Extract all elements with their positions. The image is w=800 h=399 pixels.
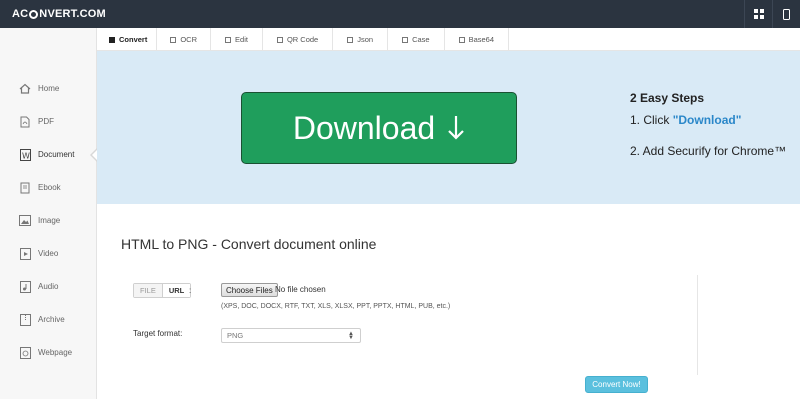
url-toggle-button[interactable]: URL <box>162 284 191 297</box>
sidebar-item-label: Ebook <box>38 183 61 192</box>
choose-files-button[interactable]: Choose Files <box>221 283 278 297</box>
no-file-text: No file chosen <box>275 285 326 294</box>
download-arrow-icon <box>447 113 465 143</box>
tab-label: QR Code <box>286 35 319 44</box>
step-one: 1. Click "Download" <box>630 113 786 127</box>
easy-steps: 2 Easy Steps 1. Click "Download" 2. Add … <box>630 91 786 158</box>
tab-checkbox-icon <box>276 36 283 43</box>
sidebar-item-home[interactable]: Home <box>0 72 97 105</box>
tab-checkbox-icon <box>170 36 177 43</box>
logo-circle-icon <box>29 9 39 19</box>
steps-title: 2 Easy Steps <box>630 91 705 105</box>
sidebar-item-label: Audio <box>38 282 59 291</box>
tab-label: OCR <box>180 35 198 44</box>
download-button[interactable]: Download <box>241 92 517 164</box>
page-title: HTML to PNG - Convert document online <box>121 236 377 252</box>
sidebar-item-pdf[interactable]: PDF <box>0 105 97 138</box>
sidebar-item-label: PDF <box>38 117 54 126</box>
tab-case[interactable]: Case <box>388 28 445 51</box>
home-icon <box>19 83 31 95</box>
site-logo[interactable]: AC NVERT.COM <box>12 8 106 20</box>
sidebar-item-video[interactable]: Video <box>0 237 97 270</box>
tab-ocr[interactable]: OCR <box>157 28 212 51</box>
logo-text-left: AC <box>12 8 29 20</box>
tab-checkbox-icon <box>225 36 232 43</box>
sidebar-item-label: Webpage <box>38 348 73 357</box>
tab-edit[interactable]: Edit <box>211 28 263 51</box>
tab-convert[interactable]: Convert <box>97 28 158 51</box>
sidebar-item-label: Image <box>38 216 61 225</box>
sidebar-item-label: Home <box>38 84 60 93</box>
ad-banner: Download 2 Easy Steps 1. Click "Download… <box>97 51 800 204</box>
top-bar: AC NVERT.COM <box>0 0 800 28</box>
sidebar-item-webpage[interactable]: Webpage <box>0 336 97 369</box>
archive-icon <box>19 313 31 326</box>
webpage-icon <box>19 346 31 359</box>
step-one-text: 1. Click <box>630 113 673 127</box>
sidebar-item-label: Document <box>38 150 75 159</box>
tab-base64[interactable]: Base64 <box>445 28 510 51</box>
sidebar-item-audio[interactable]: Audio <box>0 270 97 303</box>
mobile-button[interactable] <box>772 0 800 28</box>
sidebar-item-image[interactable]: Image <box>0 204 97 237</box>
grid-menu-button[interactable] <box>744 0 772 28</box>
tab-label: Json <box>357 35 374 44</box>
target-format-value: PNG <box>227 331 244 340</box>
tab-checkbox-icon <box>347 36 354 43</box>
convert-now-button[interactable]: Convert Now! <box>585 376 648 393</box>
file-toggle-button[interactable]: FILE <box>134 284 163 297</box>
tab-label: Case <box>412 35 430 44</box>
ebook-icon <box>19 182 31 194</box>
source-colon: : <box>189 286 192 295</box>
sidebar-item-ebook[interactable]: Ebook <box>0 171 97 204</box>
sidebar-item-label: Archive <box>38 315 65 324</box>
tool-tabs: Convert OCR Edit QR Code Json Case Base6… <box>97 28 800 51</box>
target-format-select[interactable]: PNG ▲ ▼ <box>221 328 361 343</box>
grid-icon <box>753 9 764 19</box>
panel-divider <box>697 275 698 375</box>
tab-label: Convert <box>119 35 148 44</box>
tab-checkbox-icon <box>458 36 465 43</box>
source-toggle: FILE URL <box>133 283 192 298</box>
tab-label: Base64 <box>468 35 495 44</box>
sidebar: Home PDF W Document Ebook Image Video Au… <box>0 28 98 399</box>
logo-text-right: NVERT.COM <box>39 8 106 20</box>
tab-qr-code[interactable]: QR Code <box>263 28 334 51</box>
pdf-icon <box>19 116 31 128</box>
image-icon <box>19 215 31 227</box>
tab-checkbox-icon <box>402 36 409 43</box>
select-arrows-icon: ▲ ▼ <box>348 331 354 341</box>
step-one-link: "Download" <box>672 113 742 127</box>
tab-json[interactable]: Json <box>333 28 389 51</box>
download-button-label: Download <box>292 109 436 146</box>
sidebar-item-archive[interactable]: Archive <box>0 303 97 336</box>
target-format-label: Target format: <box>133 329 183 338</box>
tab-label: Edit <box>235 35 248 44</box>
video-icon <box>19 247 31 260</box>
step-two: 2. Add Securify for Chrome™ <box>630 144 787 158</box>
sidebar-item-document[interactable]: W Document <box>0 138 98 171</box>
tab-checkbox-icon <box>109 36 115 43</box>
sidebar-item-label: Video <box>38 249 59 258</box>
document-icon: W <box>19 148 31 161</box>
mobile-icon <box>783 8 790 20</box>
svg-text:W: W <box>22 151 30 160</box>
audio-icon <box>19 280 31 293</box>
supported-formats: (XPS, DOC, DOCX, RTF, TXT, XLS, XLSX, PP… <box>221 303 451 310</box>
